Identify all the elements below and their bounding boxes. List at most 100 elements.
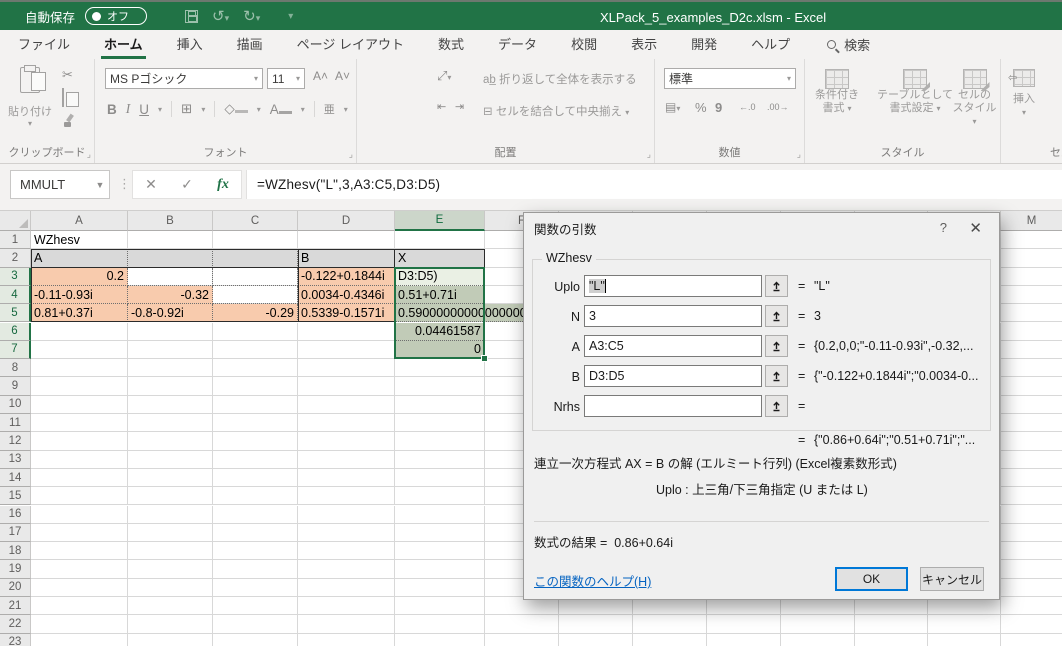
column-header-C[interactable]: C [213,211,298,231]
cut-button[interactable]: ✂ [62,67,73,83]
cell-D3[interactable]: -0.122+0.1844i [298,267,395,286]
orientation-button[interactable]: ⤢▾ [437,68,451,84]
cell-D22[interactable] [298,615,395,634]
row-header-12[interactable]: 12 [0,432,31,451]
font-name-select[interactable]: MS Pゴシック ▾ [105,68,263,89]
cell-K22[interactable] [855,615,928,634]
cell-A5[interactable]: 0.81+0.37i [31,304,128,323]
cell-C3[interactable] [213,267,298,286]
dialog-help-icon[interactable]: ? [940,220,947,235]
cell-D23[interactable] [298,633,395,646]
cell-D12[interactable] [298,432,395,451]
underline-button[interactable]: U [139,102,149,117]
fill-handle[interactable] [481,355,488,363]
cell-M13[interactable] [1001,451,1062,469]
row-header-7[interactable]: 7 [0,340,31,360]
undo-icon[interactable]: ↺▾ [212,7,229,25]
cell-B14[interactable] [128,468,213,488]
cell-B1[interactable] [128,231,213,250]
shrink-font-button[interactable]: A˅ [335,69,350,83]
cell-A20[interactable] [31,578,128,597]
cell-A2[interactable]: A [31,249,128,268]
cell-D1[interactable] [298,231,395,250]
cell-H22[interactable] [633,615,707,634]
redo-icon[interactable]: ↻▾ [243,7,260,25]
phonetic-button[interactable]: 亜 [324,101,335,117]
borders-button[interactable]: ⊞ [181,101,192,117]
tab-developer[interactable]: 開発 [688,30,720,59]
dialog-title-bar[interactable]: 関数の引数 [524,213,999,243]
cell-styles-button[interactable]: セルの スタイル ▾ [949,69,1000,128]
conditional-formatting-button[interactable]: 条件付き 書式 ▾ [815,69,859,115]
cell-H23[interactable] [633,633,707,646]
formula-input[interactable]: =WZhesv("L",3,A3:C5,D3:D5) [246,170,1062,199]
row-header-16[interactable]: 16 [0,505,31,524]
row-header-23[interactable]: 23 [0,633,31,646]
cell-C1[interactable] [213,231,298,250]
italic-button[interactable]: I [126,101,131,117]
field-input-a[interactable]: A3:C5 [584,335,762,357]
cell-E7[interactable]: 0 [395,340,485,360]
cell-M16[interactable] [1001,506,1062,524]
row-header-8[interactable]: 8 [0,359,31,378]
cell-B5[interactable]: -0.8-0.92i [128,304,213,323]
cell-M11[interactable] [1001,414,1062,433]
cell-E6[interactable]: 0.04461587 [395,322,485,341]
select-all-corner[interactable] [0,211,31,231]
font-size-select[interactable]: 11 ▾ [267,68,305,89]
cell-D9[interactable] [298,377,395,396]
tab-home[interactable]: ホーム [101,30,146,59]
cell-C8[interactable] [213,359,298,378]
cell-E16[interactable] [395,505,485,524]
tab-insert[interactable]: 挿入 [174,30,206,59]
cell-C14[interactable] [213,468,298,488]
cell-A6[interactable] [31,322,128,341]
row-header-19[interactable]: 19 [0,560,31,579]
accounting-format-button[interactable]: ▤▾ [665,100,680,114]
cell-A8[interactable] [31,359,128,378]
cell-C17[interactable] [213,523,298,543]
row-header-18[interactable]: 18 [0,542,31,561]
cell-C16[interactable] [213,505,298,524]
cell-J23[interactable] [781,633,855,646]
cell-M6[interactable] [1001,323,1062,341]
cell-B17[interactable] [128,523,213,543]
increase-decimal-button[interactable]: ←.0 [739,102,756,112]
cell-M3[interactable] [1001,268,1062,286]
cell-E20[interactable] [395,578,485,597]
cell-B15[interactable] [128,487,213,506]
cell-D6[interactable] [298,322,395,341]
tab-data[interactable]: データ [495,30,540,59]
cell-E2[interactable]: X [395,249,485,268]
wrap-text-button[interactable]: ab̲ 折り返して全体を表示する [483,71,637,87]
cell-L22[interactable] [928,615,1001,634]
row-header-13[interactable]: 13 [0,450,31,469]
cell-A17[interactable] [31,523,128,543]
row-header-15[interactable]: 15 [0,487,31,506]
column-header-E[interactable]: E [395,211,485,231]
cell-C15[interactable] [213,487,298,506]
cell-M2[interactable] [1001,249,1062,268]
cell-E21[interactable] [395,597,485,616]
cell-C9[interactable] [213,377,298,396]
cell-G23[interactable] [559,633,633,646]
row-header-3[interactable]: 3 [0,267,31,286]
cell-C7[interactable] [213,340,298,360]
field-input-n[interactable]: 3 [584,305,762,327]
save-icon[interactable] [185,9,199,23]
cell-D10[interactable] [298,395,395,414]
increase-indent-button[interactable]: ⇥ [455,100,464,113]
cell-B6[interactable] [128,322,213,341]
cell-I23[interactable] [707,633,781,646]
row-header-21[interactable]: 21 [0,597,31,616]
row-header-1[interactable]: 1 [0,231,31,250]
customize-qat-icon[interactable]: ▾ [288,11,293,22]
cell-J22[interactable] [781,615,855,634]
cell-E13[interactable] [395,450,485,469]
cell-B13[interactable] [128,450,213,469]
cell-E23[interactable] [395,633,485,646]
dialog-close-icon[interactable]: ✕ [969,219,982,237]
cell-E1[interactable] [395,231,485,250]
insert-cells-button[interactable]: 挿入▾ [1008,69,1035,119]
cell-M12[interactable] [1001,432,1062,451]
